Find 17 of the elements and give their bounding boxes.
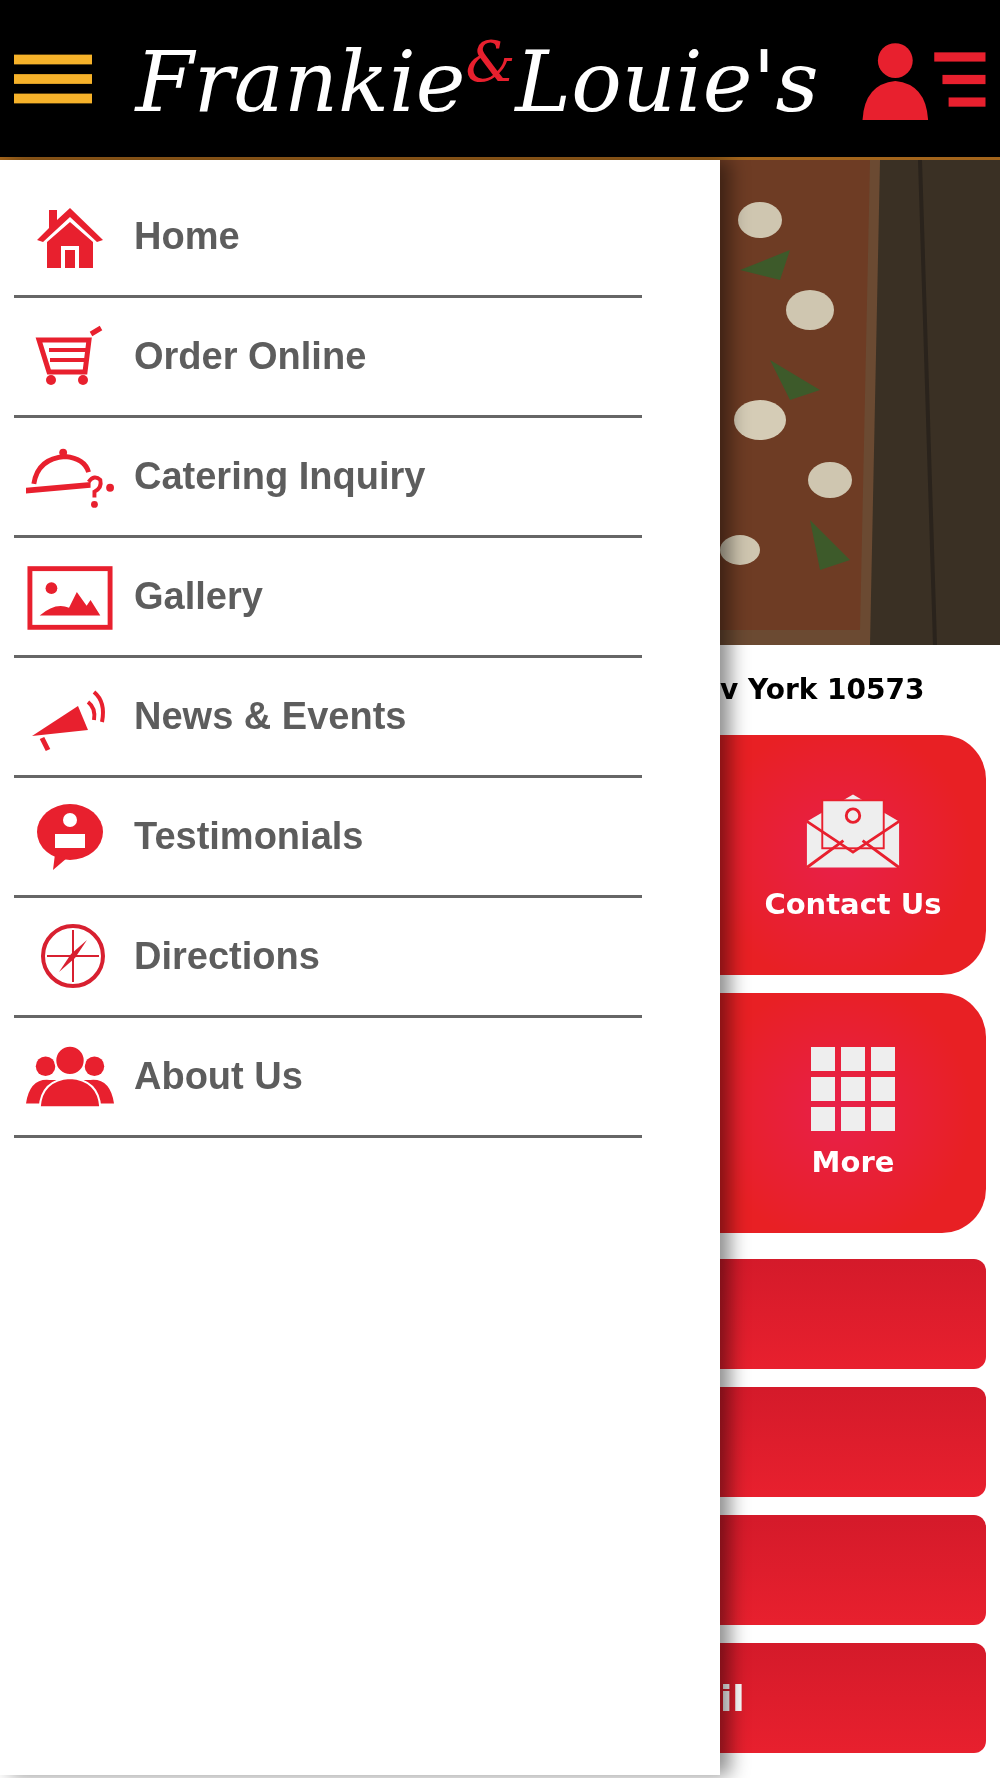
logo: Frankie$^{&}$Louie's — [135, 33, 819, 124]
link-button[interactable] — [720, 1515, 986, 1625]
menu-item[interactable]: Gallery — [14, 538, 642, 658]
menu-item[interactable]: Directions — [14, 898, 642, 1018]
address-text: v York 10573 — [720, 672, 926, 708]
link-button[interactable] — [720, 1259, 986, 1369]
menu-icon[interactable] — [14, 52, 92, 105]
link-button[interactable] — [720, 1387, 986, 1497]
menu-item[interactable]: About Us — [14, 1018, 642, 1138]
menu-item[interactable]: Order Online — [14, 298, 642, 418]
menu-item[interactable]: News & Events — [14, 658, 642, 778]
tile-button[interactable]: More — [720, 993, 986, 1233]
tile-button[interactable]: Contact Us — [720, 735, 986, 975]
menu-item[interactable]: Testimonials — [14, 778, 642, 898]
menu-item[interactable]: Catering Inquiry — [14, 418, 642, 538]
link-button[interactable]: il — [720, 1643, 986, 1753]
menu-item[interactable]: Home — [14, 178, 642, 298]
